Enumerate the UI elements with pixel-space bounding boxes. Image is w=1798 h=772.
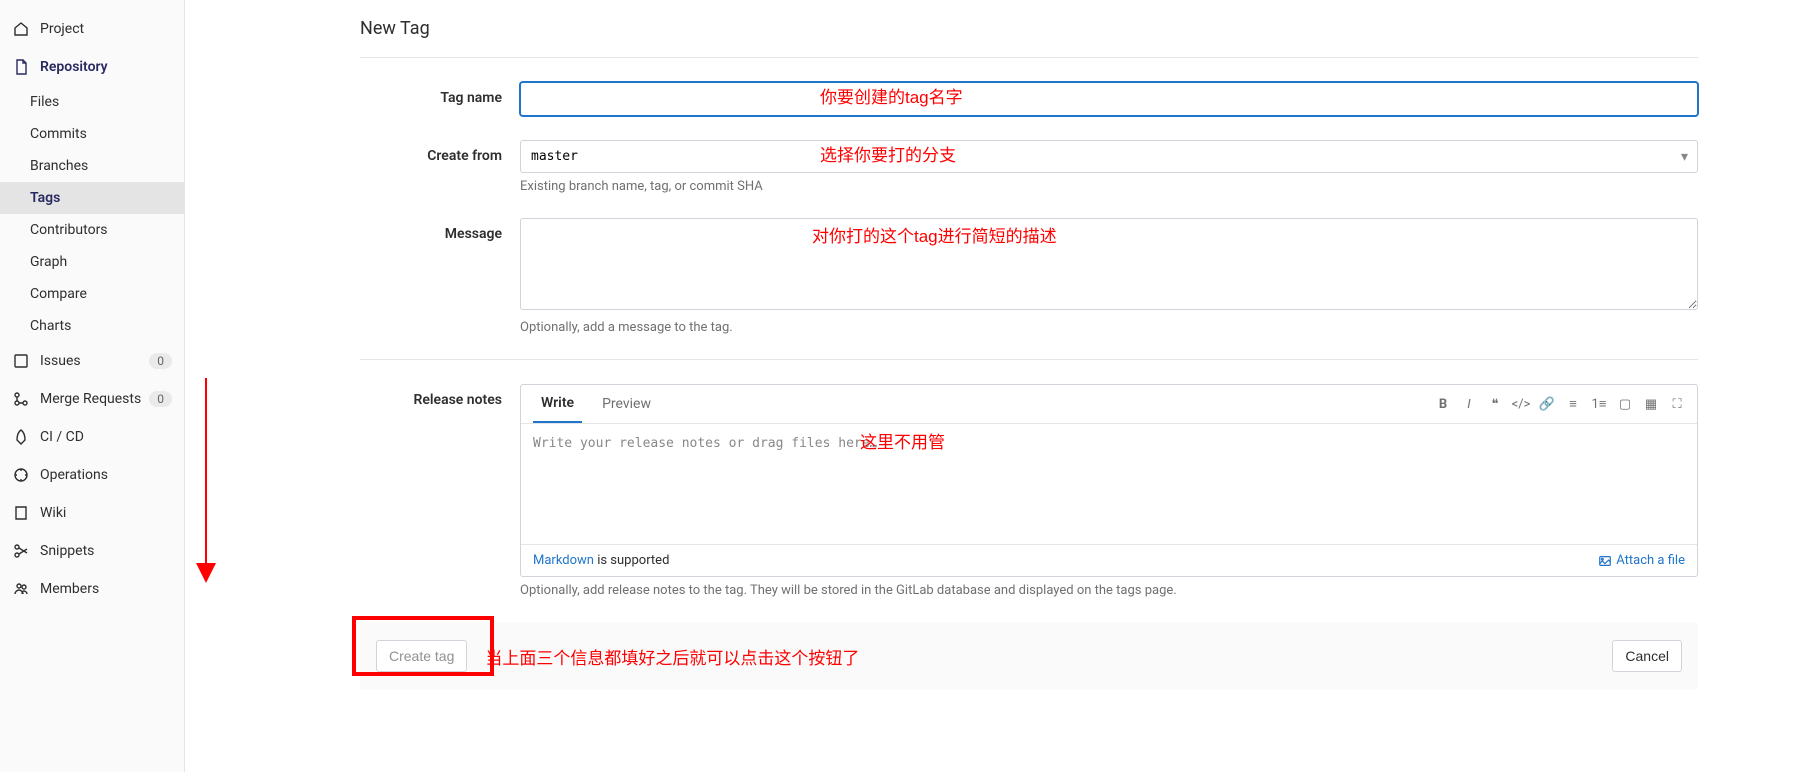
sidebar-sub-graph[interactable]: Graph <box>0 246 184 278</box>
sidebar: Project Repository Files Commits Branche… <box>0 0 185 772</box>
annotation-arrow <box>191 378 221 588</box>
fullscreen-icon[interactable]: ⛶ <box>1669 396 1685 412</box>
sidebar-sub-tags[interactable]: Tags <box>0 182 184 214</box>
sidebar-sub-files[interactable]: Files <box>0 86 184 118</box>
code-icon[interactable]: </> <box>1513 396 1529 412</box>
divider <box>360 359 1698 360</box>
sidebar-label: Wiki <box>40 505 66 521</box>
sidebar-sub-contributors[interactable]: Contributors <box>0 214 184 246</box>
sidebar-label: Snippets <box>40 543 94 559</box>
scissors-icon <box>12 542 30 560</box>
operations-icon <box>12 466 30 484</box>
sidebar-sub-branches[interactable]: Branches <box>0 150 184 182</box>
italic-icon[interactable]: I <box>1461 396 1477 412</box>
release-notes-helper: Optionally, add release notes to the tag… <box>520 583 1698 598</box>
tag-name-label: Tag name <box>360 82 520 106</box>
sidebar-label: Members <box>40 581 99 597</box>
members-icon <box>12 580 30 598</box>
create-from-helper: Existing branch name, tag, or commit SHA <box>520 179 1698 194</box>
sidebar-label: Repository <box>40 59 108 75</box>
sidebar-item-wiki[interactable]: Wiki <box>0 494 184 532</box>
message-helper: Optionally, add a message to the tag. <box>520 320 1698 335</box>
sidebar-item-repository[interactable]: Repository <box>0 48 184 86</box>
number-list-icon[interactable]: 1≡ <box>1591 396 1607 412</box>
rocket-icon <box>12 428 30 446</box>
form-footer: Create tag 当上面三个信息都填好之后就可以点击这个按钮了 Cancel <box>360 622 1698 690</box>
sidebar-item-project[interactable]: Project <box>0 10 184 48</box>
sidebar-sub-compare[interactable]: Compare <box>0 278 184 310</box>
sidebar-sub-commits[interactable]: Commits <box>0 118 184 150</box>
bold-icon[interactable]: B <box>1435 396 1451 412</box>
sidebar-item-snippets[interactable]: Snippets <box>0 532 184 570</box>
message-label: Message <box>360 218 520 242</box>
book-icon <box>12 504 30 522</box>
file-icon <box>12 58 30 76</box>
table-icon[interactable]: ▦ <box>1643 396 1659 412</box>
sidebar-item-issues[interactable]: Issues 0 <box>0 342 184 380</box>
create-from-label: Create from <box>360 140 520 164</box>
sidebar-item-merge[interactable]: Merge Requests 0 <box>0 380 184 418</box>
sidebar-item-members[interactable]: Members <box>0 570 184 608</box>
merge-icon <box>12 390 30 408</box>
home-icon <box>12 20 30 38</box>
sidebar-item-operations[interactable]: Operations <box>0 456 184 494</box>
tab-preview[interactable]: Preview <box>594 386 659 422</box>
sidebar-label: CI / CD <box>40 429 84 445</box>
markdown-link[interactable]: Markdown <box>533 553 594 568</box>
markdown-support-text: Markdown is supported <box>533 553 669 568</box>
divider <box>360 57 1698 58</box>
bullet-list-icon[interactable]: ≡ <box>1565 396 1581 412</box>
attach-file-button[interactable]: Attach a file <box>1598 553 1685 568</box>
issues-icon <box>12 352 30 370</box>
sidebar-label: Issues <box>40 353 81 369</box>
main-content: New Tag Tag name 你要创建的tag名字 Create from … <box>185 0 1798 772</box>
release-notes-label: Release notes <box>360 384 520 408</box>
tag-name-input[interactable] <box>520 82 1698 116</box>
release-notes-editor: Write Preview B I ❝ </> 🔗 ≡ 1≡ ▢ ▦ <box>520 384 1698 577</box>
create-tag-button[interactable]: Create tag <box>376 640 467 672</box>
page-title: New Tag <box>360 18 1698 39</box>
editor-toolbar: B I ❝ </> 🔗 ≡ 1≡ ▢ ▦ ⛶ <box>1435 396 1685 412</box>
sidebar-sub-charts[interactable]: Charts <box>0 310 184 342</box>
task-list-icon[interactable]: ▢ <box>1617 396 1633 412</box>
sidebar-label: Operations <box>40 467 108 483</box>
create-from-select[interactable] <box>520 140 1698 173</box>
link-icon[interactable]: 🔗 <box>1539 396 1555 412</box>
message-textarea[interactable] <box>520 218 1698 310</box>
sidebar-label: Project <box>40 21 84 37</box>
issues-badge: 0 <box>149 353 172 369</box>
tab-write[interactable]: Write <box>533 385 582 423</box>
sidebar-item-cicd[interactable]: CI / CD <box>0 418 184 456</box>
annotation-create: 当上面三个信息都填好之后就可以点击这个按钮了 <box>485 644 859 669</box>
sidebar-label: Merge Requests <box>40 391 141 407</box>
quote-icon[interactable]: ❝ <box>1487 396 1503 412</box>
merge-badge: 0 <box>149 391 172 407</box>
release-notes-textarea[interactable]: Write your release notes or drag files h… <box>521 424 1697 544</box>
cancel-button[interactable]: Cancel <box>1612 640 1682 672</box>
